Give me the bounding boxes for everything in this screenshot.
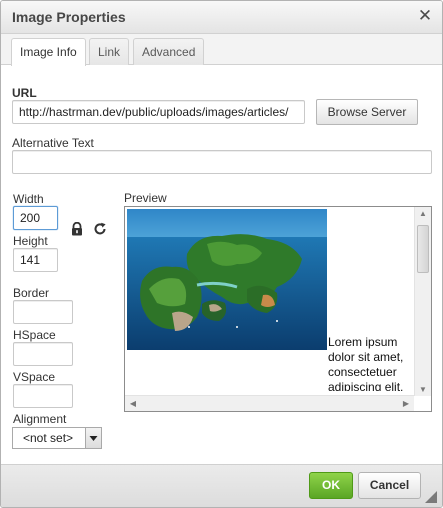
browse-server-button[interactable]: Browse Server [316, 99, 418, 125]
width-input[interactable] [13, 206, 58, 230]
cancel-button[interactable]: Cancel [358, 472, 421, 499]
resize-grip-icon[interactable] [425, 491, 437, 503]
preview-content: Lorem ipsum dolor sit amet, consectetuer… [127, 209, 412, 391]
tab-image-info[interactable]: Image Info [11, 38, 86, 66]
scrollbar-thumb[interactable] [417, 225, 429, 273]
preview-pane[interactable]: Lorem ipsum dolor sit amet, consectetuer… [124, 206, 432, 412]
vspace-label: VSpace [13, 370, 56, 384]
scroll-right-icon[interactable]: ▶ [398, 399, 414, 408]
reset-size-icon[interactable] [93, 222, 109, 238]
preview-image [127, 209, 327, 350]
scroll-down-icon[interactable]: ▼ [415, 385, 431, 394]
preview-label: Preview [124, 191, 167, 205]
url-label: URL [12, 86, 37, 100]
alt-text-label: Alternative Text [12, 136, 94, 150]
chevron-down-icon[interactable] [85, 428, 101, 448]
tab-advanced[interactable]: Advanced [133, 38, 205, 65]
tab-link[interactable]: Link [89, 38, 130, 65]
dialog-titlebar[interactable]: Image Properties ✕ [1, 1, 442, 34]
alt-text-input[interactable] [12, 150, 432, 174]
close-icon[interactable]: ✕ [417, 7, 433, 25]
preview-vertical-scrollbar[interactable]: ▲ ▼ [414, 207, 431, 396]
lock-icon[interactable] [70, 221, 86, 238]
border-label: Border [13, 286, 50, 300]
height-input[interactable] [13, 248, 58, 272]
url-input[interactable] [12, 100, 305, 124]
vspace-input[interactable] [13, 384, 73, 408]
scroll-up-icon[interactable]: ▲ [415, 209, 431, 218]
alignment-select[interactable]: <not set> [12, 427, 102, 449]
preview-horizontal-scrollbar[interactable]: ◀ ▶ [125, 395, 414, 411]
border-input[interactable] [13, 300, 73, 324]
width-label: Width [13, 192, 44, 206]
ok-button[interactable]: OK [309, 472, 353, 499]
dialog-title: Image Properties [12, 9, 126, 25]
alignment-value: <not set> [23, 431, 74, 445]
image-properties-dialog: Image Properties ✕ Image Info Link Advan… [0, 0, 443, 508]
alignment-label: Alignment [13, 412, 67, 426]
hspace-label: HSpace [13, 328, 56, 342]
scroll-left-icon[interactable]: ◀ [125, 399, 141, 408]
height-label: Height [13, 234, 48, 248]
hspace-input[interactable] [13, 342, 73, 366]
